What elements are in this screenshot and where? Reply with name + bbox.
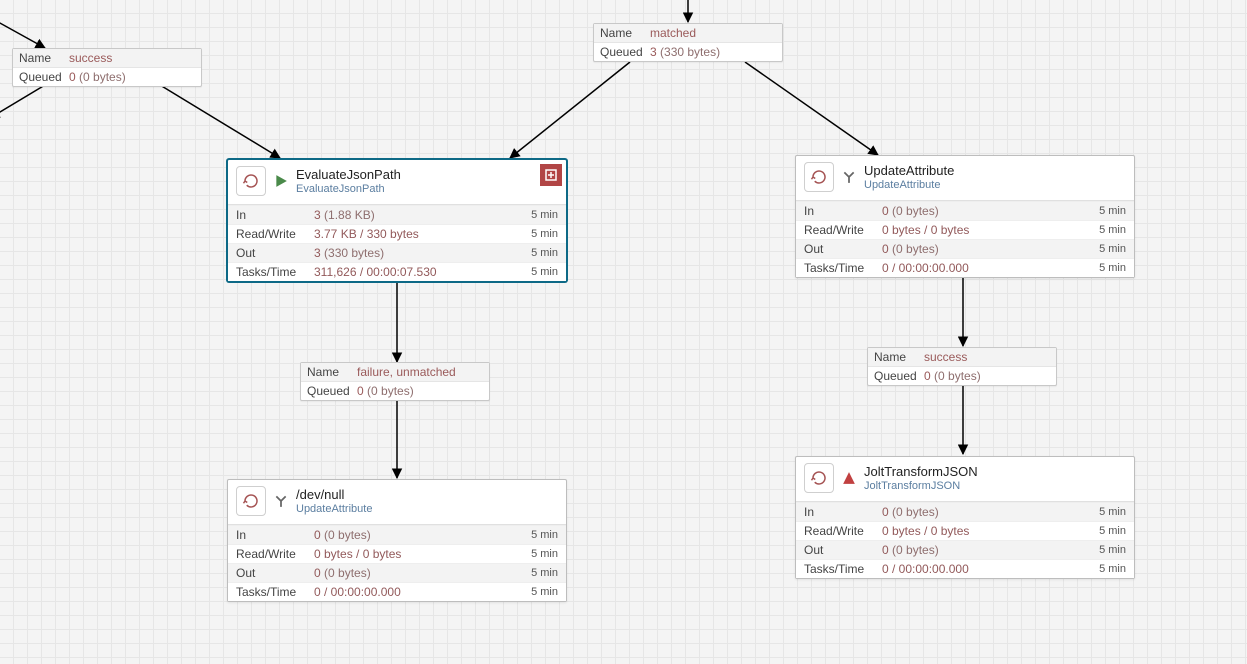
processor-evaluatejsonpath[interactable]: EvaluateJsonPath EvaluateJsonPath In 3 (… bbox=[227, 159, 567, 282]
conn-queued-label: Queued bbox=[600, 45, 650, 59]
processor-title: UpdateAttribute bbox=[864, 163, 954, 178]
stat-out: Out 3 (330 bytes) 5 min bbox=[228, 243, 566, 262]
conn-queued: 0 (0 bytes) bbox=[69, 70, 126, 84]
processor-jolttransformjson[interactable]: JoltTransformJSON JoltTransformJSON In 0… bbox=[795, 456, 1135, 579]
processor-icon bbox=[804, 463, 834, 493]
stopped-icon bbox=[274, 494, 288, 508]
processor-dev-null[interactable]: /dev/null UpdateAttribute In 0 (0 bytes)… bbox=[227, 479, 567, 602]
conn-queued-label: Queued bbox=[307, 384, 357, 398]
processor-type: EvaluateJsonPath bbox=[296, 183, 401, 195]
conn-name: failure, unmatched bbox=[357, 365, 456, 379]
processor-icon bbox=[236, 166, 266, 196]
stat-tasks-time: Tasks/Time 0 / 00:00:00.000 5 min bbox=[796, 258, 1134, 277]
connection-matched[interactable]: Name matched Queued 3 (330 bytes) bbox=[593, 23, 783, 62]
expand-icon[interactable] bbox=[540, 164, 562, 186]
conn-name-label: Name bbox=[600, 26, 650, 40]
connection-success-mid[interactable]: Name success Queued 0 (0 bytes) bbox=[867, 347, 1057, 386]
conn-queued: 3 (330 bytes) bbox=[650, 45, 720, 59]
stat-in: In 3 (1.88 KB) 5 min bbox=[228, 205, 566, 224]
connection-failure-unmatched[interactable]: Name failure, unmatched Queued 0 (0 byte… bbox=[300, 362, 490, 401]
stat-in: In 0 (0 bytes) 5 min bbox=[228, 525, 566, 544]
processor-title: /dev/null bbox=[296, 487, 372, 502]
stat-out: Out 0 (0 bytes) 5 min bbox=[228, 563, 566, 582]
stat-tasks-time: Tasks/Time 311,626 / 00:00:07.530 5 min bbox=[228, 262, 566, 281]
conn-queued-label: Queued bbox=[19, 70, 69, 84]
conn-queued-label: Queued bbox=[874, 369, 924, 383]
stat-in: In 0 (0 bytes) 5 min bbox=[796, 201, 1134, 220]
stat-in: In 0 (0 bytes) 5 min bbox=[796, 502, 1134, 521]
conn-name: success bbox=[69, 51, 112, 65]
stat-readwrite: Read/Write 3.77 KB / 330 bytes 5 min bbox=[228, 224, 566, 243]
conn-name: matched bbox=[650, 26, 696, 40]
stat-readwrite: Read/Write 0 bytes / 0 bytes 5 min bbox=[796, 521, 1134, 540]
conn-queued: 0 (0 bytes) bbox=[357, 384, 414, 398]
stat-tasks-time: Tasks/Time 0 / 00:00:00.000 5 min bbox=[228, 582, 566, 601]
processor-title: EvaluateJsonPath bbox=[296, 167, 401, 182]
conn-name: success bbox=[924, 350, 967, 364]
processor-title: JoltTransformJSON bbox=[864, 464, 978, 479]
processor-icon bbox=[236, 486, 266, 516]
stat-out: Out 0 (0 bytes) 5 min bbox=[796, 540, 1134, 559]
warning-icon bbox=[842, 471, 856, 485]
stopped-icon bbox=[842, 170, 856, 184]
stat-readwrite: Read/Write 0 bytes / 0 bytes 5 min bbox=[228, 544, 566, 563]
conn-queued: 0 (0 bytes) bbox=[924, 369, 981, 383]
stat-tasks-time: Tasks/Time 0 / 00:00:00.000 5 min bbox=[796, 559, 1134, 578]
conn-name-label: Name bbox=[307, 365, 357, 379]
stat-readwrite: Read/Write 0 bytes / 0 bytes 5 min bbox=[796, 220, 1134, 239]
connection-success-top[interactable]: Name success Queued 0 (0 bytes) bbox=[12, 48, 202, 87]
conn-name-label: Name bbox=[874, 350, 924, 364]
stat-out: Out 0 (0 bytes) 5 min bbox=[796, 239, 1134, 258]
processor-type: UpdateAttribute bbox=[296, 503, 372, 515]
conn-name-label: Name bbox=[19, 51, 69, 65]
processor-type: UpdateAttribute bbox=[864, 179, 954, 191]
processor-icon bbox=[804, 162, 834, 192]
play-icon bbox=[274, 174, 288, 188]
processor-updateattribute[interactable]: UpdateAttribute UpdateAttribute In 0 (0 … bbox=[795, 155, 1135, 278]
processor-type: JoltTransformJSON bbox=[864, 480, 978, 492]
